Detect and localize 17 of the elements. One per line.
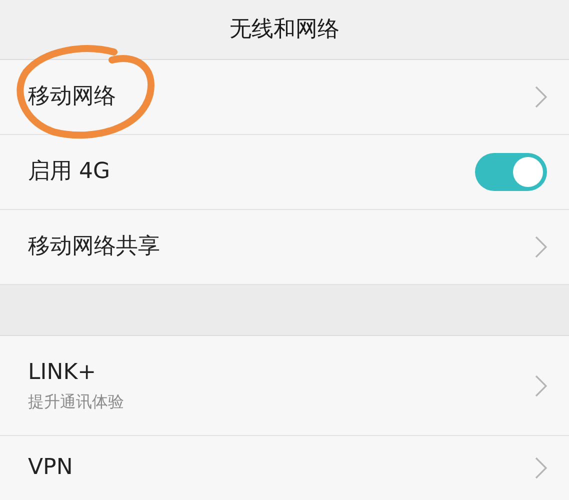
- chevron-right-icon: [535, 374, 547, 396]
- chevron-right-icon: [535, 457, 547, 479]
- toggle-switch[interactable]: [475, 153, 547, 191]
- settings-row[interactable]: LINK+ 提升通讯体验: [0, 336, 569, 436]
- settings-row[interactable]: VPN: [0, 436, 569, 500]
- settings-row[interactable]: 移动网络: [0, 60, 569, 135]
- row-label: 移动网络: [28, 83, 116, 111]
- row-label: VPN: [28, 454, 73, 482]
- page-title: 无线和网络: [230, 16, 340, 44]
- settings-row[interactable]: 启用 4G: [0, 135, 569, 210]
- settings-row[interactable]: 移动网络共享: [0, 210, 569, 285]
- chevron-right-icon: [535, 236, 547, 258]
- row-subtitle: 提升通讯体验: [28, 392, 124, 412]
- row-label: LINK+: [28, 358, 98, 386]
- row-label: 移动网络共享: [28, 233, 160, 261]
- chevron-right-icon: [535, 86, 547, 108]
- row-label: 启用 4G: [28, 158, 110, 186]
